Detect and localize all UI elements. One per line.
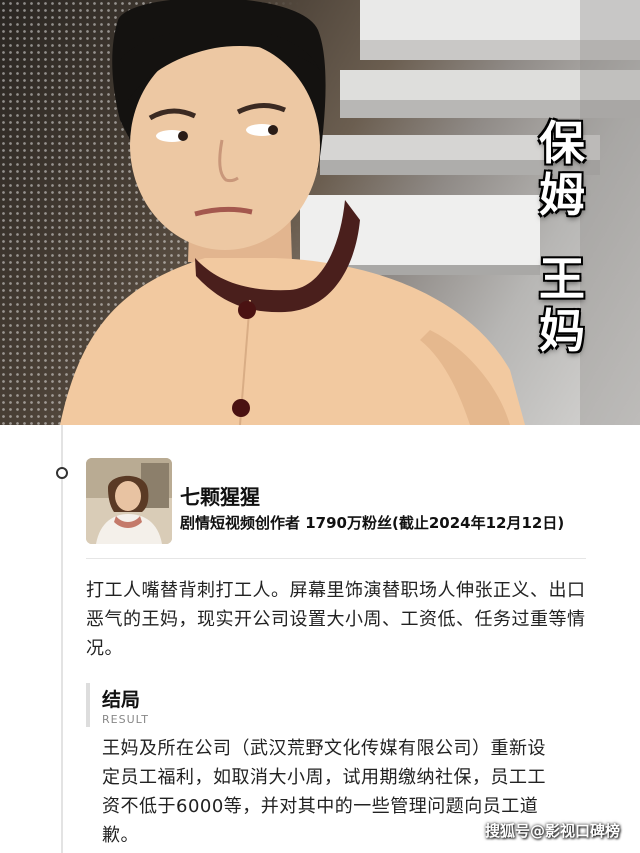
creator-avatar[interactable] xyxy=(86,458,172,544)
title-char: 姆 xyxy=(539,168,585,222)
hero-photo: 保 姆 王 妈 xyxy=(0,0,640,425)
title-char: 妈 xyxy=(539,304,585,358)
result-accent-bar xyxy=(86,683,90,727)
vertical-title-nanny-wang: 保 姆 王 妈 xyxy=(532,118,592,358)
divider xyxy=(86,558,586,559)
result-title: 结局 xyxy=(102,689,141,711)
timeline-dot-icon xyxy=(56,467,68,479)
description-text: 打工人嘴替背刺打工人。屏幕里饰演替职场人伸张正义、出口恶气的王妈，现实开公司设置… xyxy=(86,580,586,659)
title-char: 保 xyxy=(539,116,585,170)
timeline-line xyxy=(61,425,63,853)
title-char: 王 xyxy=(539,252,585,306)
source-watermark: 搜狐号@影视口碑榜 xyxy=(484,822,620,840)
creator-name: 七颗猩猩 xyxy=(180,485,260,509)
creator-meta: 剧情短视频创作者 1790万粉丝(截止2024年12月12日) xyxy=(180,514,565,532)
info-card: 七颗猩猩 剧情短视频创作者 1790万粉丝(截止2024年12月12日) 打工人… xyxy=(0,425,640,853)
result-subtitle: RESULT xyxy=(102,713,149,726)
avatar-photo-icon xyxy=(86,458,172,544)
